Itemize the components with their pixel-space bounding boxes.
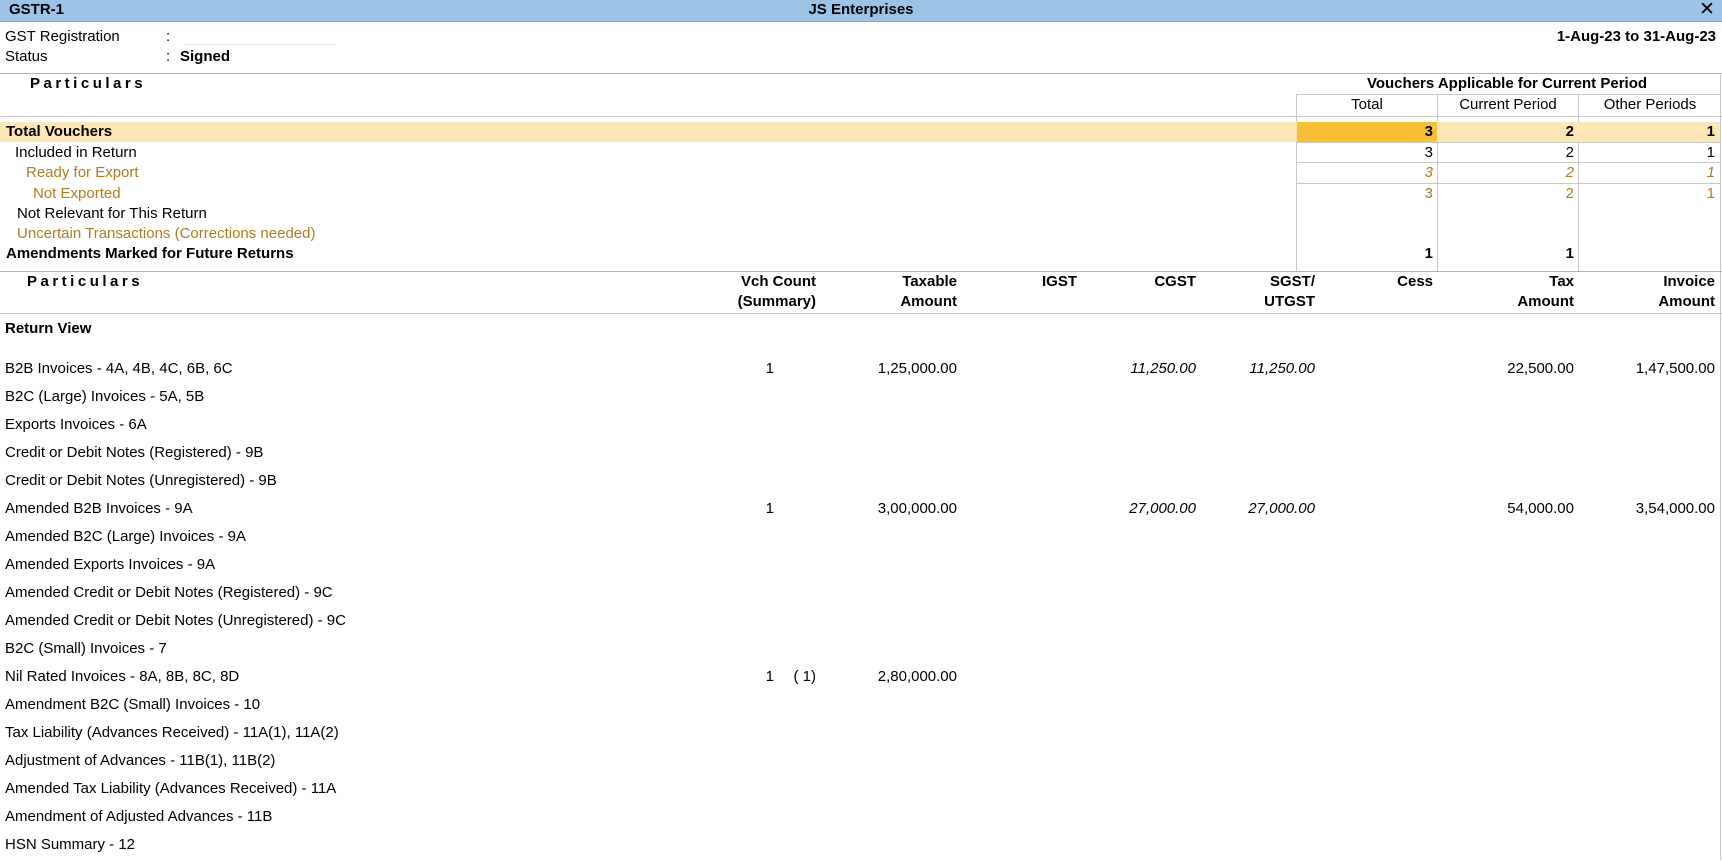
right-border: [1720, 73, 1721, 860]
return-view-row-label: Amended Tax Liability (Advances Received…: [5, 780, 337, 797]
summary-row-label: Not Relevant for This Return: [17, 205, 207, 222]
company-name: JS Enterprises: [808, 1, 914, 18]
summary-cell-other: 1: [1706, 123, 1715, 140]
col-header-tax-amount: Amount: [1517, 293, 1574, 310]
return-view-row-label: Credit or Debit Notes (Registered) - 9B: [5, 444, 264, 461]
col-header-sgst: SGST/: [1269, 273, 1315, 290]
return-view-cell-invoice: 1,47,500.00: [1635, 360, 1715, 377]
summary-bottom-border: [0, 271, 1722, 272]
col-header-taxable: Taxable: [902, 273, 957, 290]
return-view-row-label: Tax Liability (Advances Received) - 11A(…: [5, 724, 339, 741]
col-header-tax: Tax: [1549, 273, 1574, 290]
gst-registration-label: GST Registration: [5, 28, 120, 45]
return-view-cell-sgst: 11,250.00: [1249, 360, 1315, 377]
summary-cell-current: 2: [1565, 144, 1574, 161]
return-view-row-label: B2C (Small) Invoices - 7: [5, 640, 167, 657]
summary-cell-current: 2: [1565, 123, 1574, 140]
row-divider: [1297, 162, 1721, 163]
col-header-cess: Cess: [1397, 273, 1433, 290]
return-view-cell-cgst: 27,000.00: [1129, 500, 1196, 517]
return-view-row-label: Adjustment of Advances - 11B(1), 11B(2): [5, 752, 276, 769]
vouchers-applicable-header: Vouchers Applicable for Current Period: [1366, 75, 1648, 92]
col-header-other-periods: Other Periods: [1603, 96, 1697, 113]
summary-cell-total: 1: [1424, 245, 1433, 262]
summary-cell-total: 3: [1424, 144, 1433, 161]
return-view-cell-cgst: 11,250.00: [1130, 360, 1196, 377]
return-view-row-label: B2B Invoices - 4A, 4B, 4C, 6B, 6C: [5, 360, 233, 377]
return-view-row-label: Amendment of Adjusted Advances - 11B: [5, 808, 273, 825]
summary-top-border: [0, 73, 1722, 74]
return-view-row-label: Amended Credit or Debit Notes (Unregiste…: [5, 612, 346, 629]
col-header-current-period: Current Period: [1459, 96, 1557, 113]
summary-cell-current: 2: [1565, 185, 1574, 202]
return-view-cell-taxable: 2,80,000.00: [877, 668, 957, 685]
summary-row-label: Included in Return: [15, 144, 137, 161]
return-view-row-label: Nil Rated Invoices - 8A, 8B, 8C, 8D: [5, 668, 240, 685]
return-view-row-label: Amendment B2C (Small) Invoices - 10: [5, 696, 261, 713]
summary-row-label: Amendments Marked for Future Returns: [6, 245, 294, 262]
col-header-vch-summary: (Summary): [737, 293, 816, 310]
summary-cell-other: 1: [1706, 144, 1715, 161]
row-divider: [1297, 183, 1721, 184]
col-header-invoice: Invoice: [1663, 273, 1715, 290]
summary-cell-other: 1: [1706, 185, 1715, 202]
summary-cell-total: 3: [1424, 164, 1433, 181]
summary-row-label: Total Vouchers: [6, 123, 113, 140]
summary-cell-current: 2: [1565, 164, 1574, 181]
group-header-underline: [1297, 94, 1721, 95]
col-header-vch-count: Vch Count: [741, 273, 816, 290]
summary-row-label: Uncertain Transactions (Corrections need…: [17, 225, 316, 242]
detail-particulars-header: Particulars: [27, 273, 144, 290]
return-view-cell-invoice: 3,54,000.00: [1635, 500, 1715, 517]
return-view-row-label: Exports Invoices - 6A: [5, 416, 147, 433]
status-label: Status: [5, 48, 48, 65]
return-view-cell-count: 1: [765, 360, 774, 377]
summary-cell-total: 3: [1424, 185, 1433, 202]
summary-cell-current: 1: [1565, 245, 1574, 262]
return-view-title: Return View: [5, 320, 92, 337]
return-view-row-label: Amended B2C (Large) Invoices - 9A: [5, 528, 246, 545]
return-view-cell-count: 1: [765, 500, 774, 517]
col-header-total: Total: [1351, 96, 1383, 113]
return-view-cell-taxable: 1,25,000.00: [877, 360, 957, 377]
return-view-cell-taxable: 3,00,000.00: [877, 500, 957, 517]
summary-row-label: Ready for Export: [26, 164, 139, 181]
summary-cell-other: 1: [1706, 164, 1715, 181]
col-header-cgst: CGST: [1154, 273, 1196, 290]
return-view-cell-tax: 54,000.00: [1507, 500, 1574, 517]
row-divider: [1297, 142, 1721, 143]
return-view-cell-tax: 22,500.00: [1507, 360, 1574, 377]
close-icon[interactable]: ✕: [1698, 0, 1716, 20]
summary-particulars-header: Particulars: [30, 75, 147, 92]
summary-row-label: Not Exported: [33, 185, 121, 202]
summary-header-bottom-border: [0, 116, 1722, 117]
col-header-igst: IGST: [1041, 273, 1077, 290]
return-view-row-label: Amended Exports Invoices - 9A: [5, 556, 216, 573]
return-view-cell-summary: ( 1): [793, 668, 817, 685]
col-header-taxable-amount: Amount: [900, 293, 957, 310]
return-view-row-label: B2C (Large) Invoices - 5A, 5B: [5, 388, 205, 405]
period-range[interactable]: 1-Aug-23 to 31-Aug-23: [1557, 28, 1716, 45]
return-view-cell-count: 1: [765, 668, 774, 685]
col-header-utgst: UTGST: [1264, 293, 1315, 310]
return-view-row-label: HSN Summary - 12: [5, 836, 136, 853]
gst-registration-separator: :: [166, 28, 171, 45]
title-bar: GSTR-1 JS Enterprises ✕: [0, 0, 1722, 22]
return-view-row-label: Amended Credit or Debit Notes (Registere…: [5, 584, 333, 601]
return-view-cell-sgst: 27,000.00: [1248, 500, 1315, 517]
detail-header-bottom-border: [0, 313, 1722, 314]
status-separator: :: [166, 48, 171, 65]
status-value: Signed: [180, 48, 231, 65]
gst-registration-value-underline: [185, 44, 335, 45]
return-view-row-label: Amended B2B Invoices - 9A: [5, 500, 193, 517]
return-view-row-label: Credit or Debit Notes (Unregistered) - 9…: [5, 472, 277, 489]
col-header-invoice-amount: Amount: [1658, 293, 1715, 310]
summary-cell-total: 3: [1424, 123, 1433, 140]
